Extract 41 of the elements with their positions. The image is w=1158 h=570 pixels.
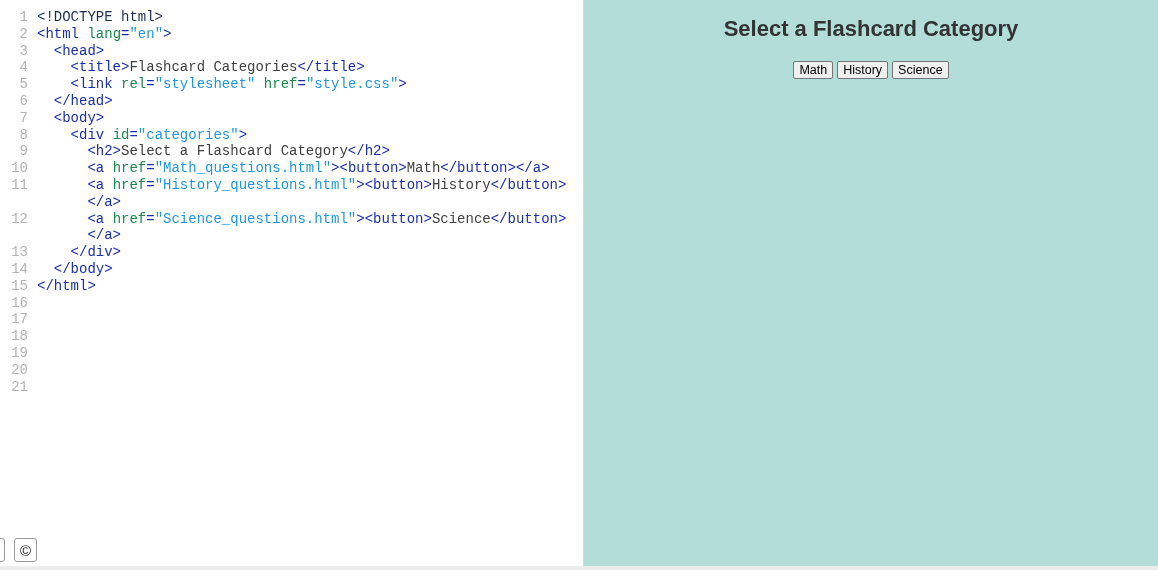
line-number: 3 [18, 42, 28, 60]
line-number: 2 [18, 25, 28, 43]
line-number: 12 [10, 210, 28, 228]
line-number: 5 [18, 76, 28, 93]
code-line: </body> [52, 260, 113, 278]
code-line: <h2>Select a Flashcard Category</h2> [86, 143, 390, 161]
line-number: 15 [10, 277, 28, 295]
code-line: </html> [37, 277, 96, 295]
line-number: 21 [10, 378, 28, 396]
code-line: <div id="categories"> [69, 126, 248, 144]
code-line: <body> [52, 109, 105, 127]
code-line: <html lang="en"> [37, 25, 172, 43]
code-line: <a href="Science_questions.html"><button>Science</button> </a> [86, 210, 567, 245]
line-number: 20 [10, 361, 28, 379]
code-line: <!DOCTYPE html> [37, 9, 164, 26]
category-button[interactable]: History [837, 61, 889, 79]
line-number: 4 [18, 59, 28, 77]
code-line: <title>Flashcard Categories</title> [69, 59, 365, 77]
line-number: 6 [18, 93, 28, 110]
line-number: 14 [10, 260, 28, 278]
code-line: <a href="Math_questions.html"><button>Math</button></a> [86, 160, 550, 177]
line-number: 18 [10, 328, 28, 345]
line-number: 7 [18, 109, 28, 127]
category-button[interactable]: Math [793, 61, 834, 79]
line-number: 13 [10, 244, 28, 261]
line-number: 11 [10, 176, 28, 194]
code-line: </div> [69, 244, 121, 261]
heading: Select a Flashcard Category [723, 15, 1019, 43]
code-line: <a href="History_questions.html"><button>History</button> </a> [86, 176, 567, 211]
copyright-button[interactable]: © [14, 538, 37, 562]
code-line: <head> [52, 42, 105, 60]
line-number: 17 [10, 311, 28, 329]
line-number: 19 [10, 344, 28, 362]
line-number: 16 [10, 294, 28, 312]
code-line: <link rel="stylesheet" href="style.css"> [69, 76, 407, 93]
line-number: 8 [18, 126, 28, 144]
code-line: </head> [52, 93, 113, 110]
line-number: 1 [18, 9, 28, 26]
line-number: 9 [18, 143, 28, 161]
category-button[interactable]: Science [892, 61, 949, 79]
line-number: 10 [10, 160, 28, 177]
